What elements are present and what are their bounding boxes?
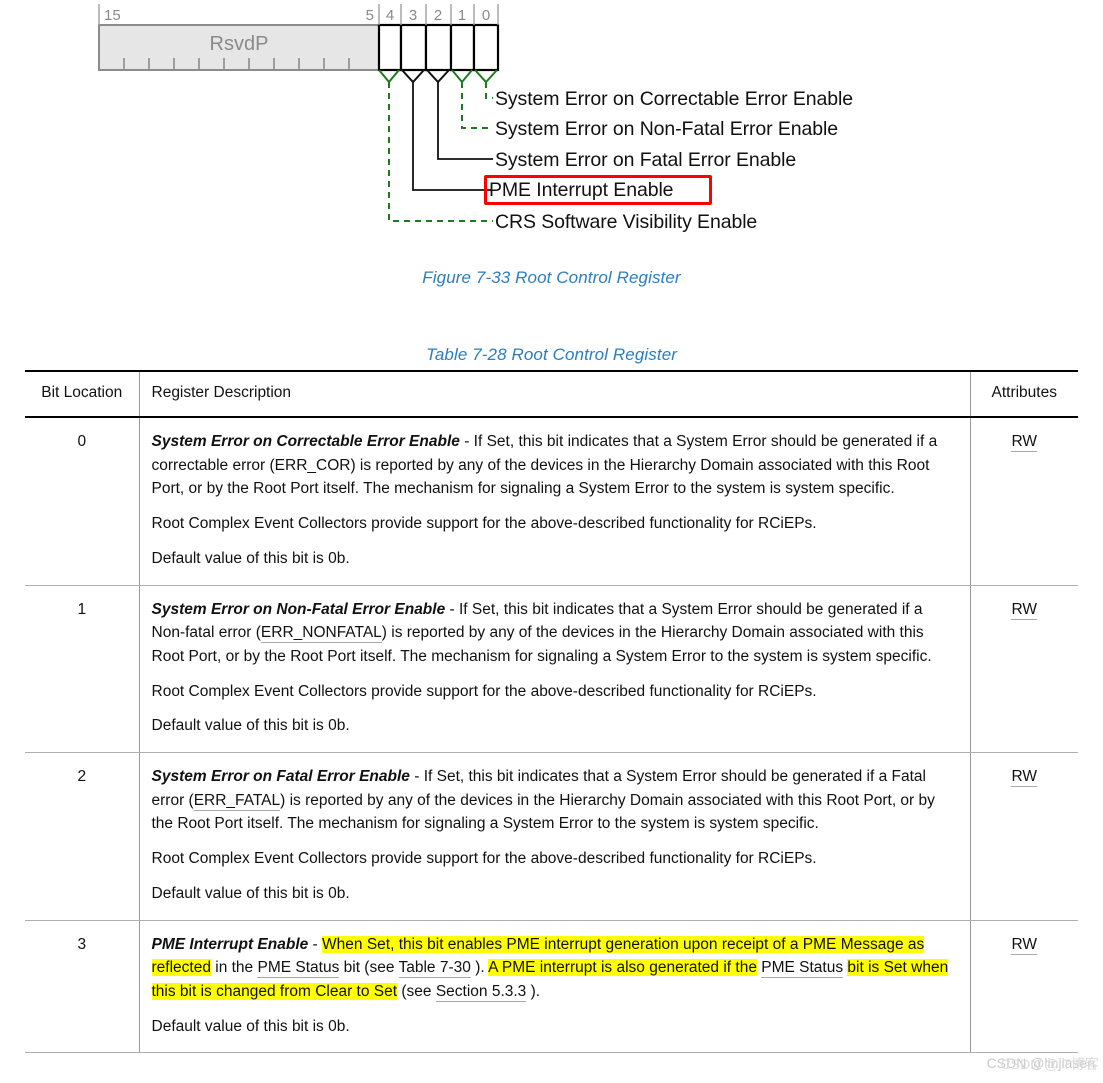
bit-box-2 — [424, 23, 453, 72]
bit-number-labels: 15 5 4 3 2 1 0 — [104, 7, 490, 24]
watermark-text: CSDN @linjiasen — [986, 1055, 1095, 1071]
watermark-under-text: CSDN @IT博客 — [1000, 1056, 1099, 1072]
description-paragraph: Default value of this bit is 0b. — [151, 1017, 350, 1035]
connector-bit-4 — [378, 69, 400, 84]
table-row: 2 System Error on Fatal Error Enable - I… — [25, 752, 1078, 921]
root-control-register-table: Bit Location Register Description Attrib… — [25, 370, 1078, 1054]
cell-description: System Error on Non-Fatal Error Enable -… — [138, 585, 970, 754]
table-row: 1 System Error on Non-Fatal Error Enable… — [25, 585, 1078, 754]
bitfield-figure: 15 5 4 3 2 1 0 RsvdP System Error on Cor… — [0, 0, 1103, 300]
highlighted-text: A PME interrupt is also generated if the — [488, 959, 757, 977]
bit-number-0: 0 — [482, 7, 490, 24]
description-paragraph: System Error on Fatal Error Enable - If … — [152, 765, 958, 836]
attribute-value: RW — [1011, 768, 1038, 788]
description-text: (see — [397, 982, 436, 1000]
cell-bit-location: 1 — [25, 585, 139, 754]
bit-box-1 — [449, 23, 476, 72]
description-paragraph: PME Interrupt Enable - When Set, this bi… — [151, 933, 958, 1004]
attribute-value: RW — [1011, 600, 1038, 620]
cell-description: System Error on Correctable Error Enable… — [138, 417, 970, 586]
register-term: System Error on Fatal Error Enable — [151, 768, 410, 786]
table-caption: Table 7-28 Root Control Register — [425, 345, 678, 364]
leader-bit-4 — [388, 82, 493, 222]
leader-bit-3 — [412, 82, 492, 191]
description-text: ). — [470, 959, 489, 977]
description-paragraph: Root Complex Event Collectors provide su… — [151, 682, 817, 700]
cross-reference-link[interactable]: ERR_NONFATAL — [260, 624, 382, 644]
csdn-watermark: CSDN @IT博客 CSDN @linjiasen — [986, 1055, 1099, 1072]
bit-boxes-group — [377, 23, 500, 72]
cell-attributes: RW — [969, 920, 1078, 1054]
description-paragraph: System Error on Correctable Error Enable… — [152, 430, 958, 501]
bit-number-3: 3 — [409, 7, 417, 24]
callout-label-correctable: System Error on Correctable Error Enable — [495, 88, 853, 110]
description-paragraph: Default value of this bit is 0b. — [151, 549, 350, 567]
table-row: 0 System Error on Correctable Error Enab… — [25, 417, 1078, 586]
leader-bit-0 — [485, 82, 493, 99]
description-text: ). — [526, 982, 541, 1000]
leader-bit-1 — [461, 82, 493, 129]
bit-number-15: 15 — [104, 7, 121, 24]
connector-bit-3 — [401, 69, 425, 84]
callout-label-pme: PME Interrupt Enable — [489, 179, 674, 201]
bit-box-0 — [472, 23, 500, 72]
callout-label-crs: CRS Software Visibility Enable — [495, 211, 758, 233]
cross-reference-link[interactable]: PME Status — [761, 959, 844, 979]
bit-number-2: 2 — [434, 7, 442, 24]
register-term: System Error on Correctable Error Enable — [151, 433, 460, 450]
description-paragraph: Root Complex Event Collectors provide su… — [151, 515, 817, 533]
cross-reference-link[interactable]: Section 5.3.3 — [435, 982, 527, 1002]
cell-bit-location: 3 — [25, 920, 139, 1054]
column-header-attributes: Attributes — [969, 370, 1078, 418]
description-paragraph: Root Complex Event Collectors provide su… — [151, 850, 817, 868]
cell-attributes: RW — [969, 752, 1078, 921]
cross-reference-link[interactable]: PME Status — [257, 959, 340, 979]
register-term: System Error on Non-Fatal Error Enable — [151, 600, 446, 618]
column-header-bit-location: Bit Location — [25, 370, 139, 418]
cell-bit-location: 0 — [25, 417, 139, 586]
attribute-value: RW — [1011, 935, 1038, 955]
bit-number-4: 4 — [386, 7, 394, 24]
cell-attributes: RW — [969, 585, 1078, 754]
bit-number-1: 1 — [458, 7, 466, 24]
callout-label-nonfatal: System Error on Non-Fatal Error Enable — [495, 118, 838, 140]
description-paragraph: Default value of this bit is 0b. — [151, 717, 350, 735]
cell-attributes: RW — [969, 417, 1078, 586]
table-row: 3 PME Interrupt Enable - When Set, this … — [25, 920, 1078, 1054]
figure-caption: Figure 7-33 Root Control Register — [422, 268, 681, 287]
reserved-field-label: RsvdP — [210, 33, 269, 55]
column-header-description: Register Description — [138, 370, 970, 418]
connector-bit-0 — [474, 69, 498, 84]
description-paragraph: System Error on Non-Fatal Error Enable -… — [152, 598, 958, 669]
connector-bit-1 — [451, 69, 473, 84]
bit-number-5: 5 — [366, 7, 374, 24]
description-text: in the — [210, 959, 258, 977]
bit-box-3 — [399, 23, 428, 72]
cell-description: PME Interrupt Enable - When Set, this bi… — [138, 920, 970, 1054]
cross-reference-link[interactable]: ERR_FATAL — [193, 791, 281, 811]
connector-bit-2 — [426, 69, 450, 84]
callout-label-fatal: System Error on Fatal Error Enable — [495, 149, 797, 171]
register-term: PME Interrupt Enable — [151, 935, 309, 953]
description-text: bit (see — [339, 959, 399, 977]
cross-reference-link[interactable]: Table 7-30 — [398, 959, 471, 979]
bit-box-4 — [377, 23, 403, 72]
cell-description: System Error on Fatal Error Enable - If … — [138, 752, 970, 921]
description-text: - — [308, 935, 323, 953]
leader-bit-2 — [437, 82, 493, 160]
attribute-value: RW — [1011, 433, 1038, 452]
cell-bit-location: 2 — [25, 752, 139, 921]
description-paragraph: Default value of this bit is 0b. — [151, 884, 350, 902]
table-header-row: Bit Location Register Description Attrib… — [25, 370, 1078, 418]
